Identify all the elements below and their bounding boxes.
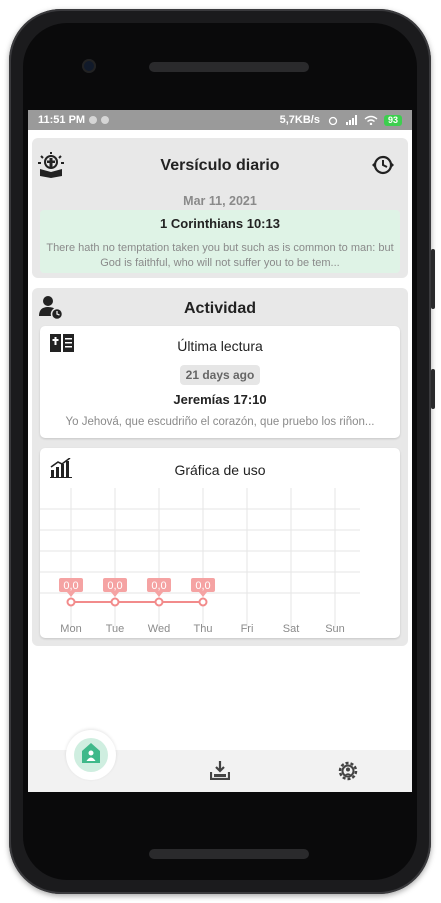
- verse-reference: 1 Corinthians 10:13: [160, 216, 280, 231]
- chart-data-label-pointer: [199, 592, 207, 597]
- app-screen: 11:51 PM 5,7KB/s 93 Versículo diario Mar…: [28, 110, 412, 792]
- chart-data-label-pointer: [111, 592, 119, 597]
- battery-indicator: 93: [383, 114, 402, 126]
- volume-button: [431, 249, 435, 309]
- alarm-icon: [328, 116, 338, 125]
- home-nav-button[interactable]: [66, 730, 116, 780]
- top-speaker: [149, 62, 309, 72]
- chart-data-label: 0,0: [107, 580, 122, 592]
- signal-icon: [345, 115, 357, 125]
- last-reading-title: Última lectura: [177, 338, 263, 354]
- bottom-speaker: [149, 849, 309, 859]
- chart-point: [66, 597, 76, 607]
- home-icon: [82, 743, 100, 763]
- clock-history-icon[interactable]: [370, 152, 396, 178]
- chart-x-tick-label: Sun: [325, 623, 345, 635]
- usage-chart-title: Gráfica de uso: [174, 462, 266, 478]
- last-reading-card[interactable]: Última lectura 21 days ago Jeremías 17:1…: [40, 326, 400, 438]
- activity-card: Actividad Última lectura 21 days ago Jer…: [32, 288, 408, 646]
- chart-data-label-pointer: [155, 592, 163, 597]
- chart-data-label: 0,0: [195, 580, 210, 592]
- wifi-icon: [364, 115, 378, 125]
- status-time: 11:51 PM: [38, 114, 86, 126]
- chart-x-tick-label: Mon: [60, 623, 81, 635]
- chart-x-tick-label: Sat: [283, 623, 300, 635]
- days-ago-badge: 21 days ago: [179, 365, 261, 385]
- chart-x-tick-label: Wed: [148, 623, 170, 635]
- notification-dot: [101, 116, 110, 124]
- verse-date: Mar 11, 2021: [183, 194, 257, 208]
- chart-point: [110, 597, 120, 607]
- chart-x-tick-label: Tue: [106, 623, 125, 635]
- verse-content-box[interactable]: 1 Corinthians 10:13 There hath no tempta…: [40, 210, 400, 273]
- usage-line-chart: 0,0 0,0 0,0 0,0 Mon Tue Wed Thu Fri Sat Sun: [40, 488, 360, 635]
- chart-x-tick-label: Thu: [194, 623, 213, 635]
- front-camera: [82, 59, 96, 73]
- power-button: [431, 369, 435, 409]
- usage-chart-card: Gráfica de uso 0,0 0,0 0,0 0,0 Mon Tue Wed Thu F…: [40, 448, 400, 638]
- notification-dot: [89, 116, 98, 124]
- daily-verse-card[interactable]: Versículo diario Mar 11, 2021 1 Corinthi…: [32, 138, 408, 278]
- chart-x-tick-label: Fri: [241, 623, 254, 635]
- status-bar: 11:51 PM 5,7KB/s 93: [28, 110, 412, 130]
- last-reading-text: Yo Jehová, que escudriño el corazón, que…: [65, 416, 375, 428]
- verse-text: There hath no temptation taken you but s…: [46, 242, 394, 269]
- activity-title: Actividad: [183, 300, 256, 317]
- chart-data-label: 0,0: [63, 580, 78, 592]
- settings-icon[interactable]: [337, 760, 359, 782]
- verse-card-title: Versículo diario: [160, 157, 280, 174]
- chart-data-label-pointer: [67, 592, 75, 597]
- chart-data-label: 0,0: [151, 580, 166, 592]
- download-icon[interactable]: [210, 760, 230, 780]
- chart-point: [154, 597, 164, 607]
- last-reading-reference: Jeremías 17:10: [173, 392, 267, 407]
- network-speed: 5,7KB/s: [279, 114, 320, 126]
- chart-point: [198, 597, 208, 607]
